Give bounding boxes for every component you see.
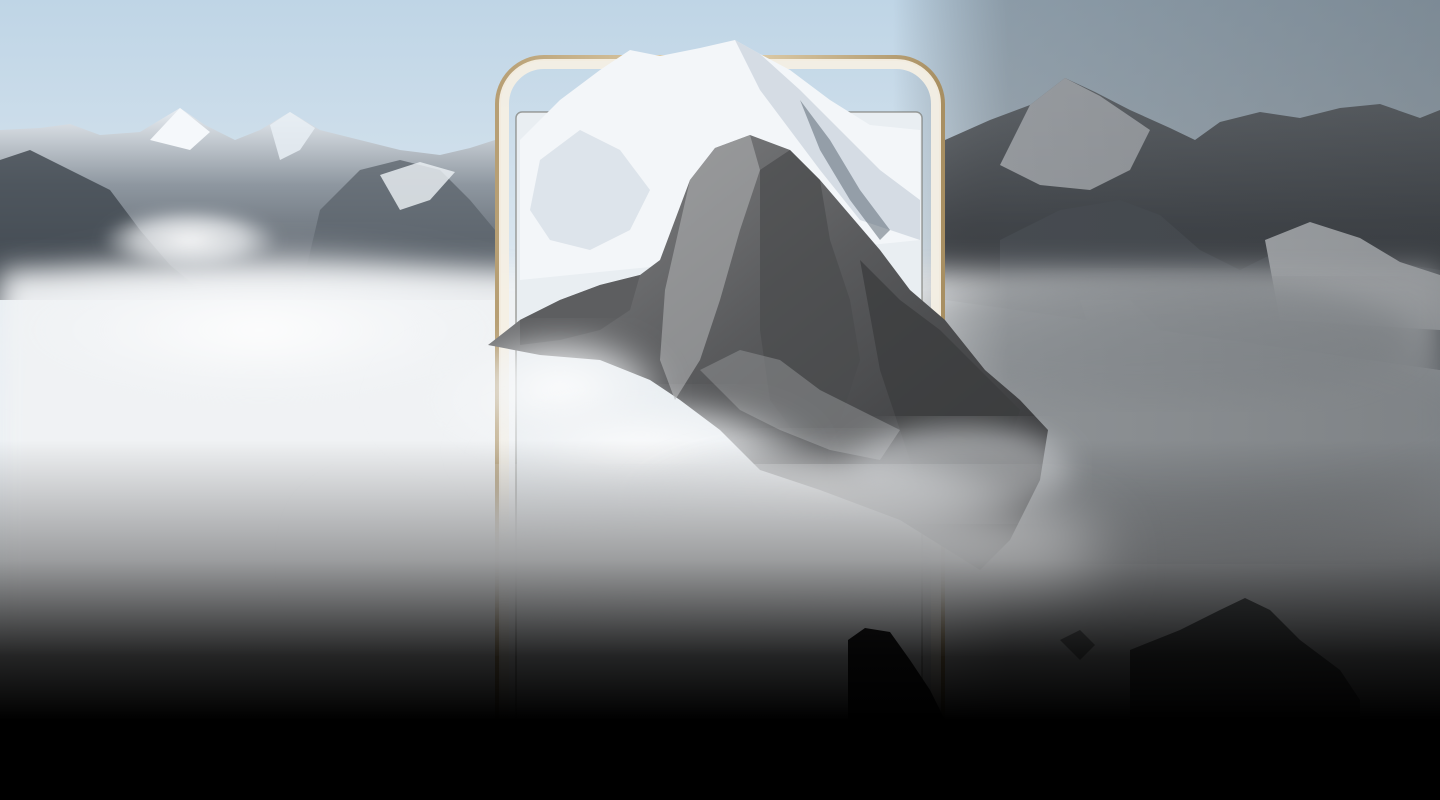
hero-scene [0,0,1440,800]
hero-artwork [0,0,1440,800]
bottom-fade-overlay [0,0,1440,800]
